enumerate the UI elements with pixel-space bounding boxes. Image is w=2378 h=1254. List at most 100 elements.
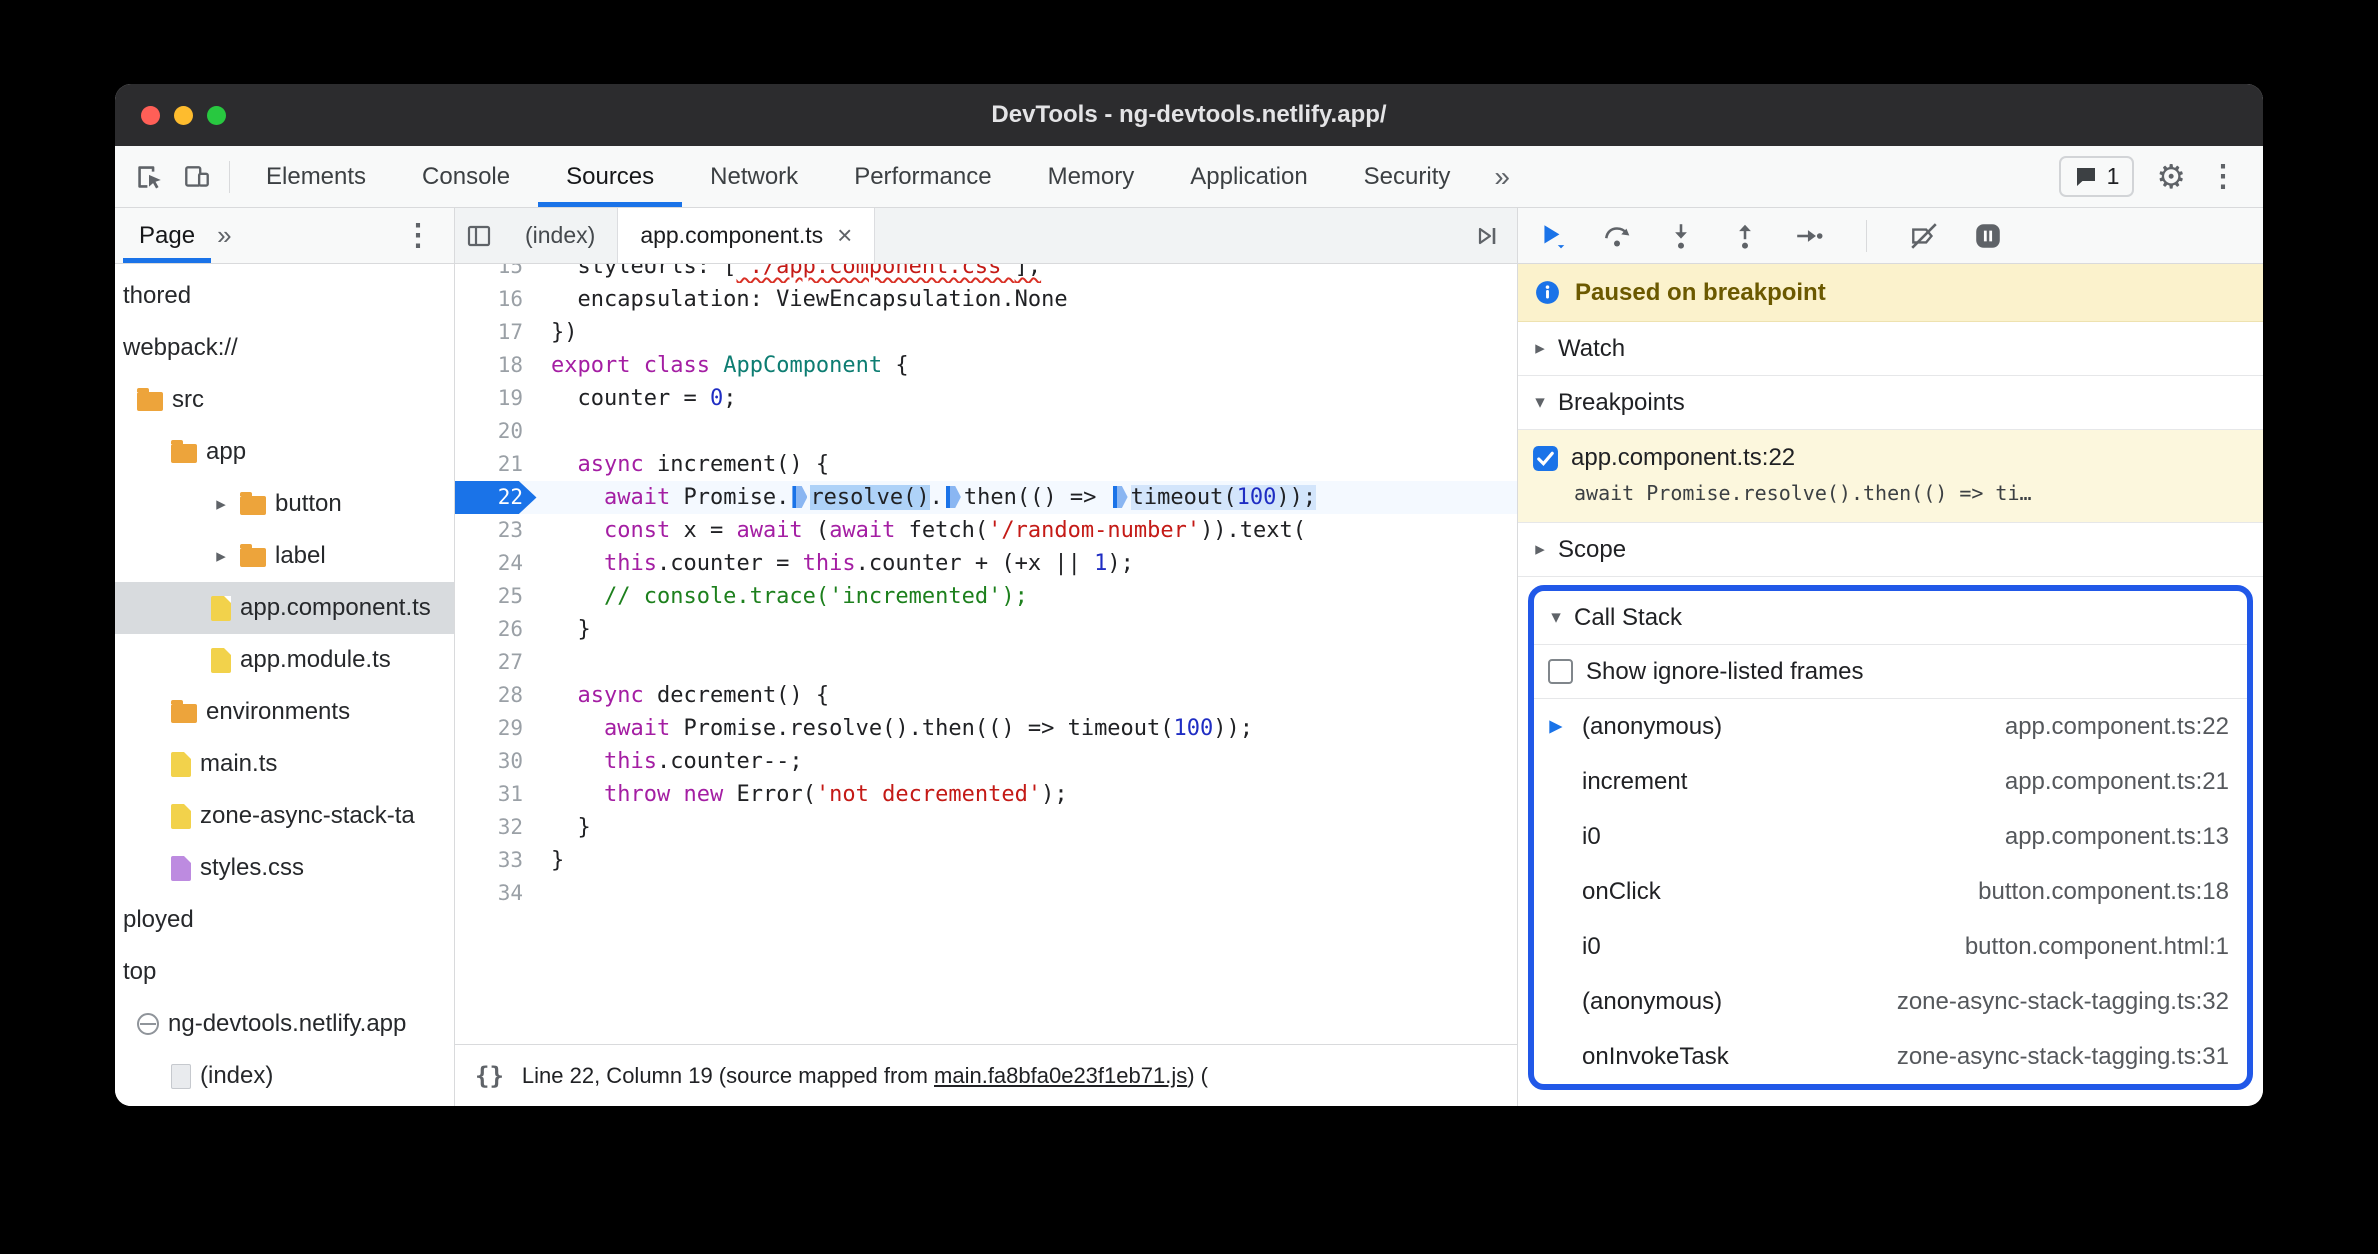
navigator-menu-button[interactable]: ⋮ [403, 220, 446, 251]
line-number[interactable]: 18 [455, 349, 539, 382]
tree-item-environments[interactable]: environments [115, 686, 454, 738]
code-line[interactable]: await Promise. resolve(). then(() => timeo… [539, 481, 1317, 514]
callstack-frame[interactable]: increment app.component.ts:21 [1534, 754, 2247, 809]
code-line[interactable]: encapsulation: ViewEncapsulation.None [539, 283, 1067, 316]
line-number[interactable]: 27 [455, 646, 539, 679]
main-menu-button[interactable]: ⋮ [2208, 161, 2239, 192]
resume-button[interactable] [1538, 221, 1568, 251]
code-line[interactable]: styleUrls: ['./app.component.css'], [539, 264, 1041, 283]
line-number[interactable]: 20 [455, 415, 539, 448]
code-line[interactable]: }) [539, 316, 578, 349]
more-tabs-button[interactable]: » [1478, 161, 1526, 193]
open-drawer-button[interactable] [1463, 212, 1511, 260]
callstack-frame[interactable]: (anonymous) zone-async-stack-tagging.ts:3… [1534, 974, 2247, 1029]
tab-elements[interactable]: Elements [238, 146, 394, 207]
zoom-button[interactable] [207, 105, 226, 125]
frame-location[interactable]: app.component.ts:21 [2005, 768, 2229, 796]
frame-location[interactable]: button.component.ts:18 [1978, 878, 2229, 906]
ignore-listed-toggle[interactable]: Show ignore-listed frames [1534, 645, 2247, 699]
source-map-link[interactable]: main.fa8bfa0e23f1eb71.js [934, 1063, 1187, 1088]
tree-item-zone-async-stack-ta[interactable]: zone-async-stack-ta [115, 790, 454, 842]
breakpoint-checkbox[interactable] [1532, 445, 1559, 472]
collapse-navigator-button[interactable] [455, 212, 503, 260]
code-line[interactable]: async increment() { [539, 448, 830, 481]
tree-item-styles-css[interactable]: styles.css [115, 842, 454, 894]
code-line[interactable]: async decrement() { [539, 679, 830, 712]
tab-console[interactable]: Console [394, 146, 538, 207]
tab-security[interactable]: Security [1336, 146, 1479, 207]
code-line[interactable]: } [539, 811, 590, 844]
code-line[interactable]: // console.trace('incremented'); [539, 580, 1028, 613]
callstack-frame[interactable]: onInvokeTask zone-async-stack-tagging.ts:… [1534, 1029, 2247, 1084]
disclosure-triangle-icon[interactable] [211, 545, 231, 568]
tree-item-app-module-ts[interactable]: app.module.ts [115, 634, 454, 686]
current-line-number[interactable]: 22 [455, 481, 537, 514]
line-number[interactable]: 32 [455, 811, 539, 844]
editor-tab-index[interactable]: (index) [503, 208, 619, 263]
pause-on-exceptions-button[interactable] [1973, 221, 2003, 251]
tree-item-app[interactable]: app [115, 426, 454, 478]
tree-item-button[interactable]: button [115, 478, 454, 530]
tab-network[interactable]: Network [682, 146, 826, 207]
line-number[interactable]: 17 [455, 316, 539, 349]
line-number[interactable]: 33 [455, 844, 539, 877]
line-number[interactable]: 31 [455, 778, 539, 811]
tab-memory[interactable]: Memory [1020, 146, 1163, 207]
step-out-button[interactable] [1730, 221, 1760, 251]
tree-item-src[interactable]: src [115, 374, 454, 426]
line-number[interactable]: 21 [455, 448, 539, 481]
tree-item--index-[interactable]: (index) [115, 1050, 454, 1102]
line-number[interactable]: 15 [455, 264, 539, 283]
code-line[interactable]: export class AppComponent { [539, 349, 909, 382]
code-line[interactable]: counter = 0; [539, 382, 736, 415]
pretty-print-button[interactable]: {} [475, 1062, 504, 1090]
code-line[interactable]: this.counter = this.counter + (+x || 1); [539, 547, 1134, 580]
code-line[interactable] [539, 646, 551, 679]
disclosure-triangle-icon[interactable] [211, 493, 231, 516]
frame-location[interactable]: zone-async-stack-tagging.ts:31 [1897, 1043, 2229, 1071]
deactivate-breakpoints-button[interactable] [1909, 221, 1939, 251]
line-number[interactable]: 26 [455, 613, 539, 646]
callstack-frame[interactable]: i0 app.component.ts:13 [1534, 809, 2247, 864]
callstack-frame[interactable]: i0 button.component.html:1 [1534, 919, 2247, 974]
close-tab-icon[interactable]: × [837, 220, 852, 251]
tree-item-top[interactable]: top [115, 946, 454, 998]
tree-item-app-component-ts[interactable]: app.component.ts [115, 582, 454, 634]
minimize-button[interactable] [174, 105, 193, 125]
section-scope[interactable]: Scope [1518, 523, 2263, 577]
code-line[interactable] [539, 415, 551, 448]
line-number[interactable]: 25 [455, 580, 539, 613]
breakpoint-entry[interactable]: app.component.ts:22 await Promise.resolv… [1518, 430, 2263, 523]
line-number[interactable]: 29 [455, 712, 539, 745]
tab-application[interactable]: Application [1162, 146, 1335, 207]
tree-item-label[interactable]: label [115, 530, 454, 582]
editor-tab-app-component[interactable]: app.component.ts × [618, 208, 876, 263]
code-line[interactable]: this.counter--; [539, 745, 803, 778]
line-number[interactable]: 28 [455, 679, 539, 712]
frame-location[interactable]: app.component.ts:22 [2005, 713, 2229, 741]
section-breakpoints[interactable]: Breakpoints [1518, 376, 2263, 430]
code-line[interactable]: } [539, 844, 564, 877]
more-navigator-tabs-button[interactable]: » [211, 220, 237, 251]
step-over-button[interactable] [1602, 221, 1632, 251]
step-into-button[interactable] [1666, 221, 1696, 251]
tab-sources[interactable]: Sources [538, 146, 682, 207]
tree-item-main-ts[interactable]: main.ts [115, 738, 454, 790]
inspect-button[interactable] [125, 153, 173, 201]
line-number[interactable]: 24 [455, 547, 539, 580]
section-watch[interactable]: Watch [1518, 322, 2263, 376]
code-line[interactable]: } [539, 613, 590, 646]
ignore-listed-checkbox[interactable] [1548, 659, 1573, 684]
line-number[interactable]: 23 [455, 514, 539, 547]
frame-location[interactable]: app.component.ts:13 [2005, 823, 2229, 851]
code-line[interactable]: throw new Error('not decremented'); [539, 778, 1068, 811]
close-button[interactable] [141, 105, 160, 125]
tab-page[interactable]: Page [123, 208, 211, 263]
tree-item-main-fa8bfa0e23f1eb[interactable]: main.fa8bfa0e23f1eb [115, 1102, 454, 1106]
settings-button[interactable]: ⚙ [2156, 160, 2186, 193]
line-number[interactable]: 34 [455, 877, 539, 910]
step-button[interactable] [1794, 221, 1824, 251]
frame-location[interactable]: zone-async-stack-tagging.ts:32 [1897, 988, 2229, 1016]
code-line[interactable]: const x = await (await fetch('/random-nu… [539, 514, 1306, 547]
line-number[interactable]: 16 [455, 283, 539, 316]
